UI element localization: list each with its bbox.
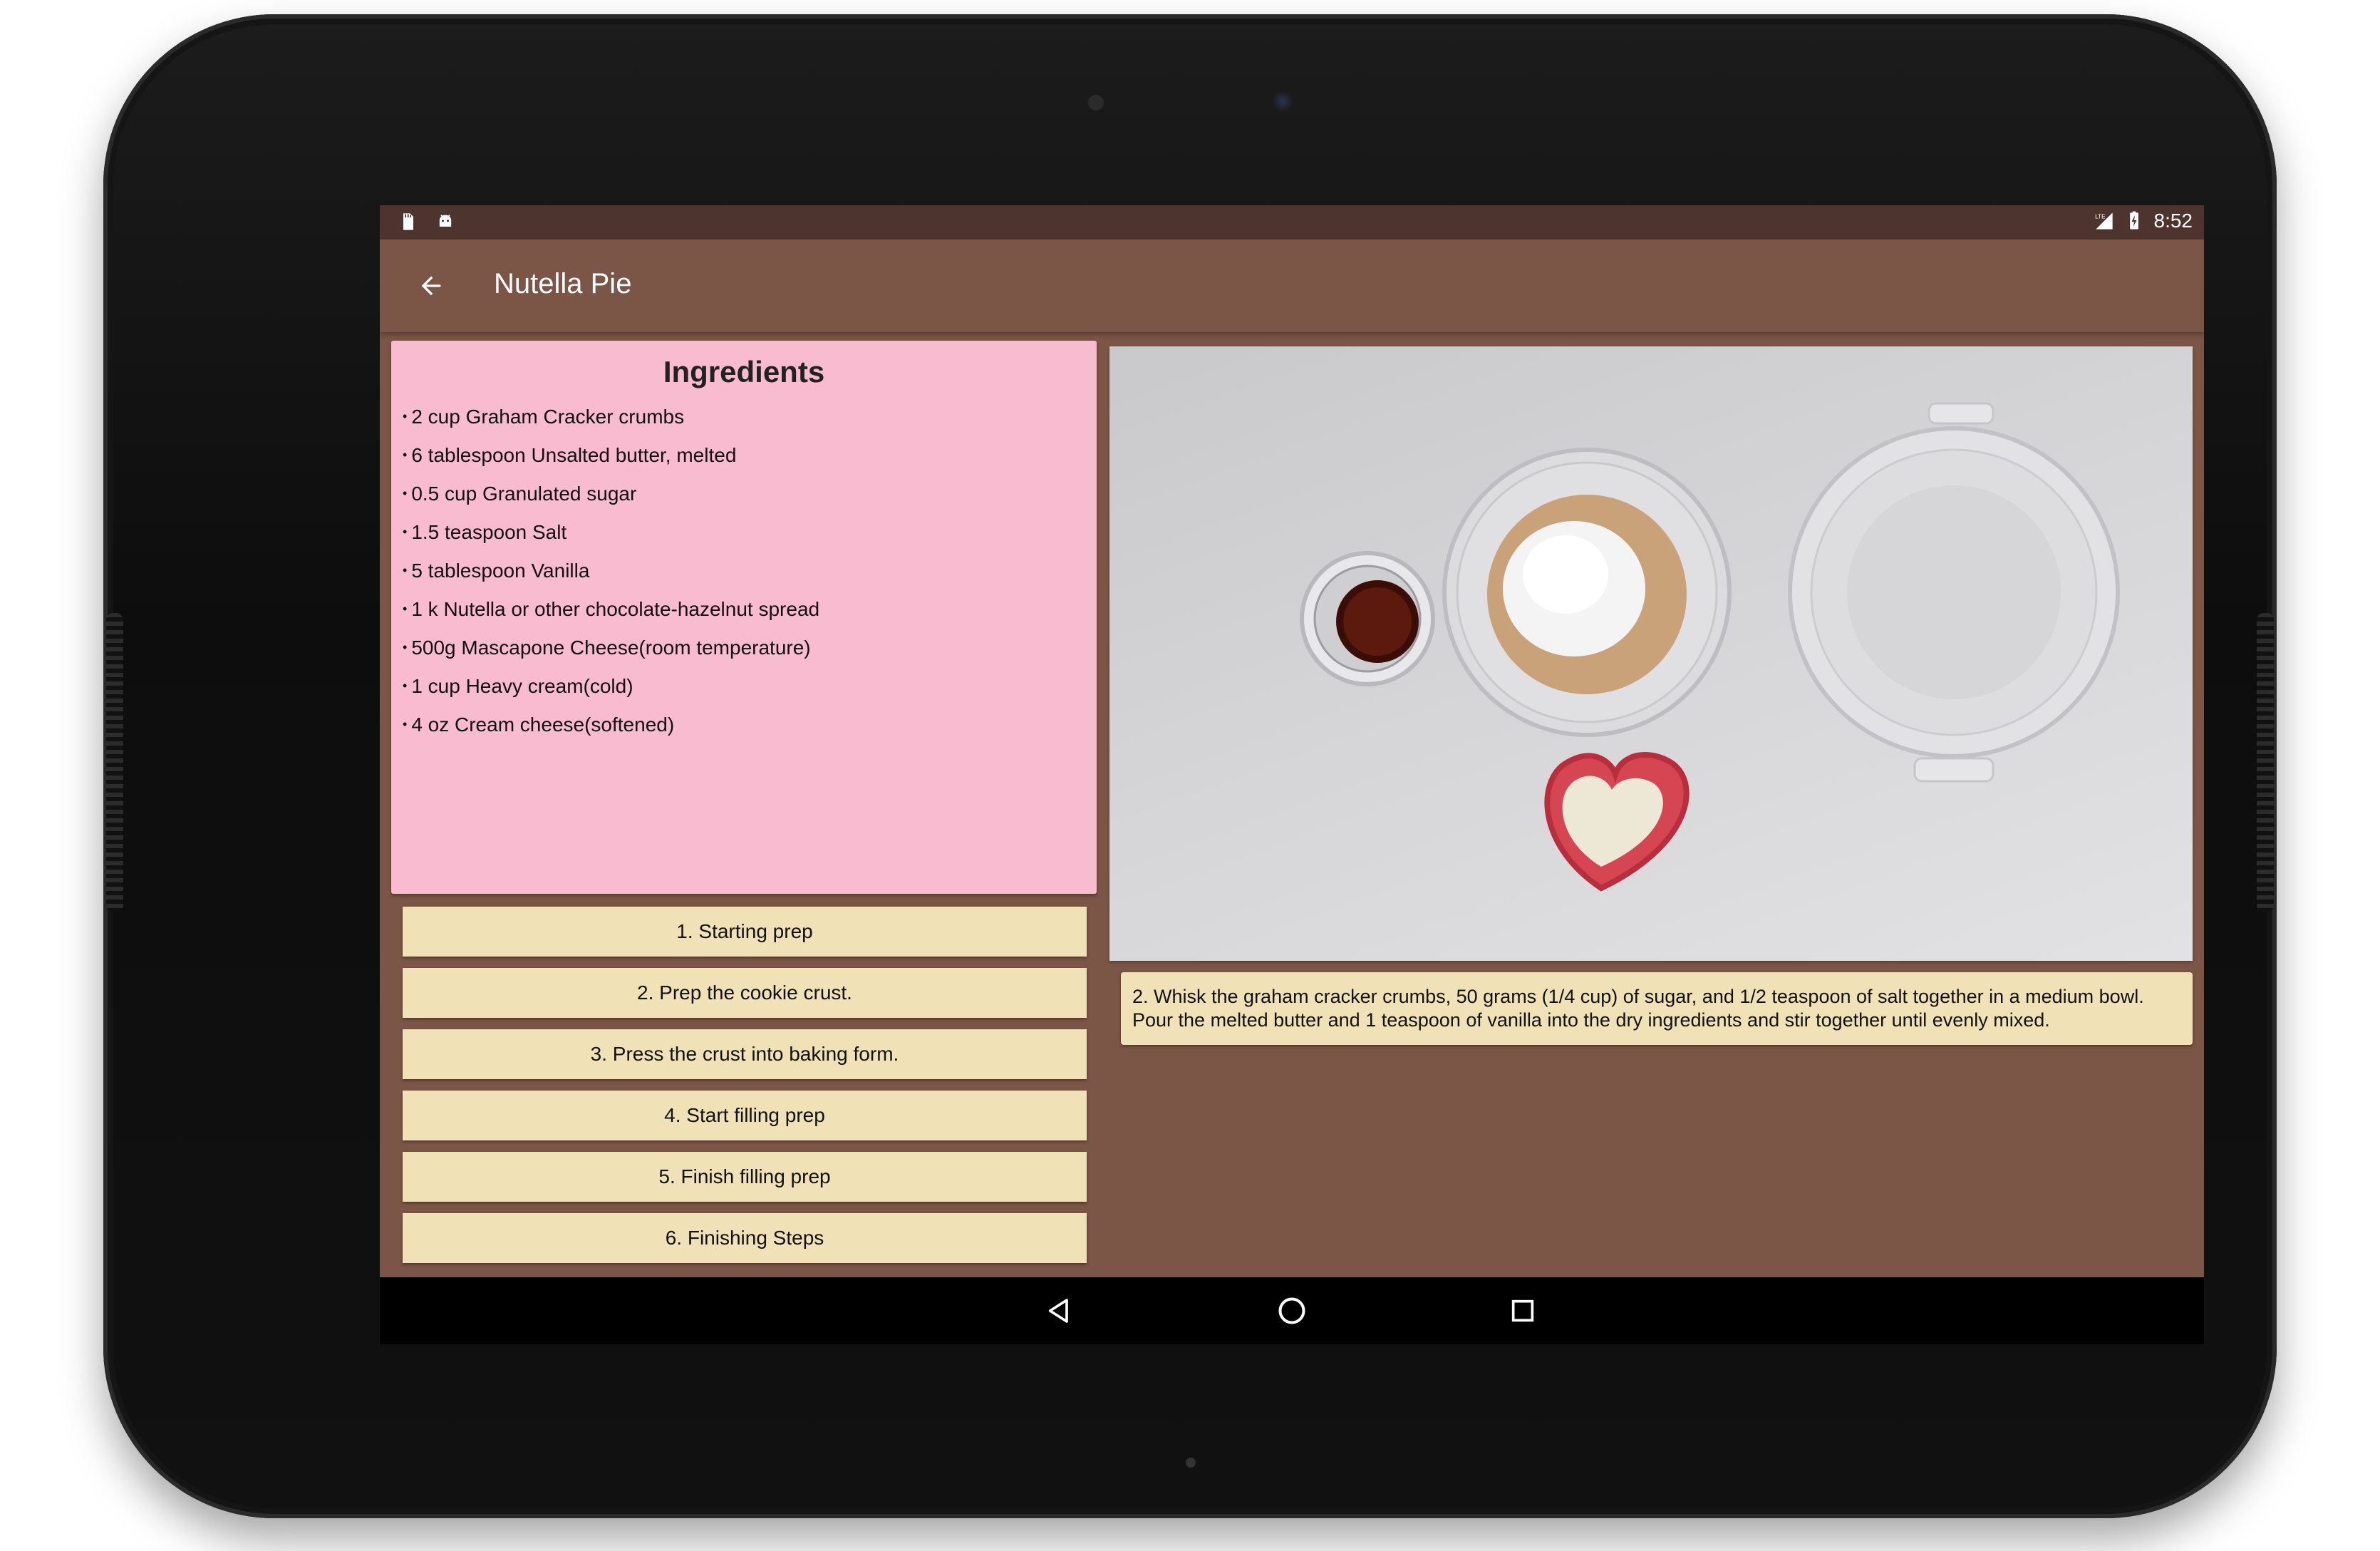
front-sensor	[1088, 95, 1104, 110]
notification-led	[1186, 1458, 1196, 1468]
navigation-bar	[380, 1277, 2204, 1344]
step-description-text: 2. Whisk the graham cracker crumbs, 50 g…	[1132, 986, 2144, 1031]
svg-text:LTE: LTE	[2095, 214, 2106, 220]
step-button-3[interactable]: 3. Press the crust into baking form.	[403, 1029, 1087, 1079]
ingredient-item: 4 oz Cream cheese(softened)	[403, 713, 819, 751]
back-triangle-icon	[1048, 1299, 1068, 1323]
nav-home-button[interactable]	[1271, 1289, 1313, 1332]
battery-charging-icon	[2129, 211, 2138, 230]
step-button-4[interactable]: 4. Start filling prep	[403, 1091, 1087, 1140]
front-camera	[1272, 91, 1293, 112]
right-speaker-grille	[2257, 613, 2274, 912]
ingredients-card: Ingredients 2 cup Graham Cracker crumbs …	[391, 341, 1097, 894]
clock: 8:52	[2153, 210, 2193, 232]
step-button-5[interactable]: 5. Finish filling prep	[403, 1152, 1087, 1202]
android-icon	[439, 215, 452, 227]
ingredients-heading: Ingredients	[663, 355, 825, 388]
nav-recents-button[interactable]	[1501, 1289, 1544, 1332]
steps-list: 1. Starting prep 2. Prep the cookie crus…	[403, 907, 1087, 1274]
ingredient-item: 6 tablespoon Unsalted butter, melted	[403, 443, 819, 482]
nav-back-button[interactable]	[1038, 1289, 1081, 1332]
left-speaker-grille	[106, 613, 123, 912]
step-video-player[interactable]	[1109, 346, 2193, 961]
ingredient-item: 2 cup Graham Cracker crumbs	[403, 405, 819, 443]
recents-square-icon	[1511, 1299, 1534, 1322]
ingredient-item: 1 cup Heavy cream(cold)	[403, 674, 819, 713]
back-button[interactable]	[408, 263, 454, 309]
ingredient-item: 5 tablespoon Vanilla	[403, 559, 819, 597]
arrow-back-icon	[421, 276, 441, 296]
ingredient-item: 500g Mascapone Cheese(room temperature)	[403, 636, 819, 674]
step-button-2[interactable]: 2. Prep the cookie crust.	[403, 968, 1087, 1018]
ingredient-item: 0.5 cup Granulated sugar	[403, 482, 819, 520]
step-button-1[interactable]: 1. Starting prep	[403, 907, 1087, 957]
ingredient-item: 1 k Nutella or other chocolate-hazelnut …	[403, 597, 819, 636]
app-screen: LTE 8:52 Nutella Pie Ingredients 2 cup G…	[380, 205, 2204, 1344]
lte-signal-icon: LTE	[2095, 212, 2113, 230]
sd-card-icon	[403, 213, 413, 230]
ingredient-item: 1.5 teaspoon Salt	[403, 520, 819, 559]
ingredients-photo	[1300, 402, 2120, 892]
home-circle-icon	[1278, 1297, 1305, 1324]
page-title: Nutella Pie	[494, 268, 632, 299]
ingredients-list: 2 cup Graham Cracker crumbs 6 tablespoon…	[403, 405, 819, 751]
tablet-frame: LTE 8:52 Nutella Pie Ingredients 2 cup G…	[103, 14, 2277, 1518]
status-bar: LTE 8:52	[380, 205, 2204, 239]
app-bar: Nutella Pie	[380, 239, 2204, 332]
step-description-card: 2. Whisk the graham cracker crumbs, 50 g…	[1121, 972, 2193, 1045]
step-button-6[interactable]: 6. Finishing Steps	[403, 1213, 1087, 1263]
